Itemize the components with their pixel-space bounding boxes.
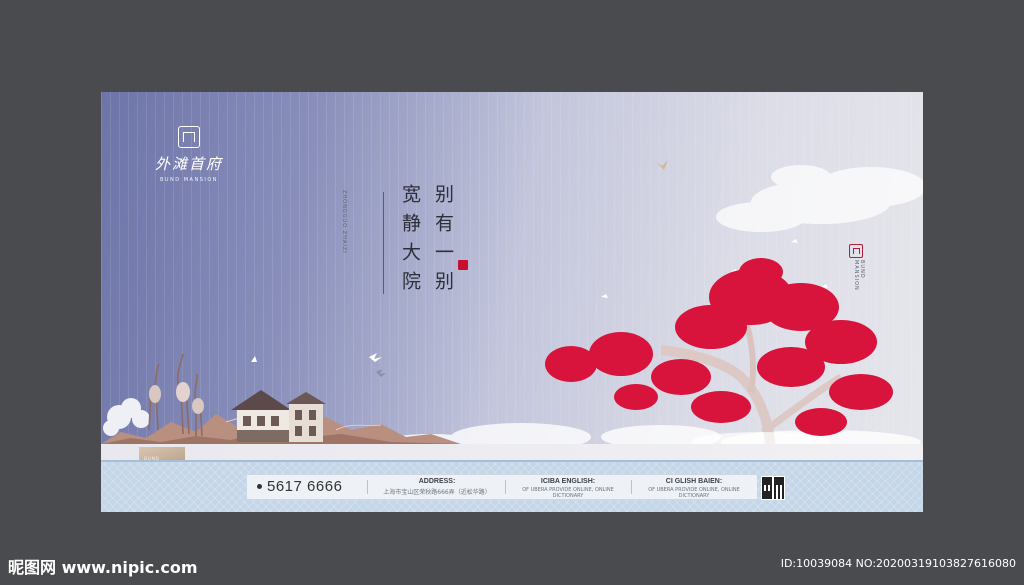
cglish-text: OF UBERA PROVIDE ONLINE, ONLINE DICTIONA… [648, 487, 740, 499]
side-seal-text: BUND MANSION [853, 260, 865, 291]
cglish-block: CI GLISH BAIEN: OF UBERA PROVIDE ONLINE,… [635, 478, 753, 499]
brand-mark-icon [178, 126, 200, 148]
iciba-text: OF UBERA PROVIDE ONLINE, ONLINE DICTIONA… [522, 487, 614, 499]
phone-number: 5617 6666 [267, 478, 343, 495]
qr-code-icon [761, 476, 785, 500]
info-separator [505, 480, 506, 494]
brand-logo: 外滩首府 BUND MANSION [139, 126, 239, 183]
frost-bush [103, 398, 150, 436]
image-id-text: ID:10039084 NO:20200319103827616080 [780, 557, 1016, 570]
brand-name-en: BUND MANSION [159, 177, 219, 183]
info-separator [367, 480, 368, 494]
cglish-title: CI GLISH BAIEN: [665, 478, 723, 485]
iciba-title: ICIBA ENGLISH: [540, 478, 596, 485]
slogan-col1: 别有一别 [432, 184, 454, 300]
info-separator [631, 480, 632, 494]
band-top-line [101, 460, 923, 462]
ground-strip [101, 444, 923, 460]
bottom-info-band: 5617 6666 ADDRESS: 上海市宝山区荣秋路666弄（近松华路） I… [101, 460, 923, 512]
iciba-block: ICIBA ENGLISH: OF UBERA PROVIDE ONLINE, … [509, 478, 627, 499]
slogan-pinyin: ZHONGGUO ZHAIZI [341, 190, 347, 254]
red-seal-icon [458, 260, 468, 270]
site-watermark: 昵图网 www.nipic.com [8, 558, 198, 577]
slogan-divider [383, 192, 384, 294]
side-seal-icon [849, 244, 863, 258]
villa-house [231, 390, 326, 442]
address-block: ADDRESS: 上海市宝山区荣秋路666弄（近松华路） [377, 478, 497, 496]
address-text: 上海市宝山区荣秋路666弄（近松华路） [383, 489, 491, 496]
address-title: ADDRESS: [418, 478, 456, 485]
slogan-col2: 宽静大院 [399, 184, 421, 300]
poster-canvas: 外滩首府 BUND MANSION ZHONGGUO ZHAIZI 宽静大院 别… [101, 92, 923, 512]
info-bar: 5617 6666 ADDRESS: 上海市宝山区荣秋路666弄（近松华路） I… [247, 474, 757, 500]
crane-group [148, 353, 204, 437]
brand-name-cn: 外滩首府 [154, 155, 223, 173]
phone-dot-icon [257, 484, 262, 489]
red-pine-tree [545, 258, 893, 453]
cloud-upper-right [716, 165, 923, 232]
